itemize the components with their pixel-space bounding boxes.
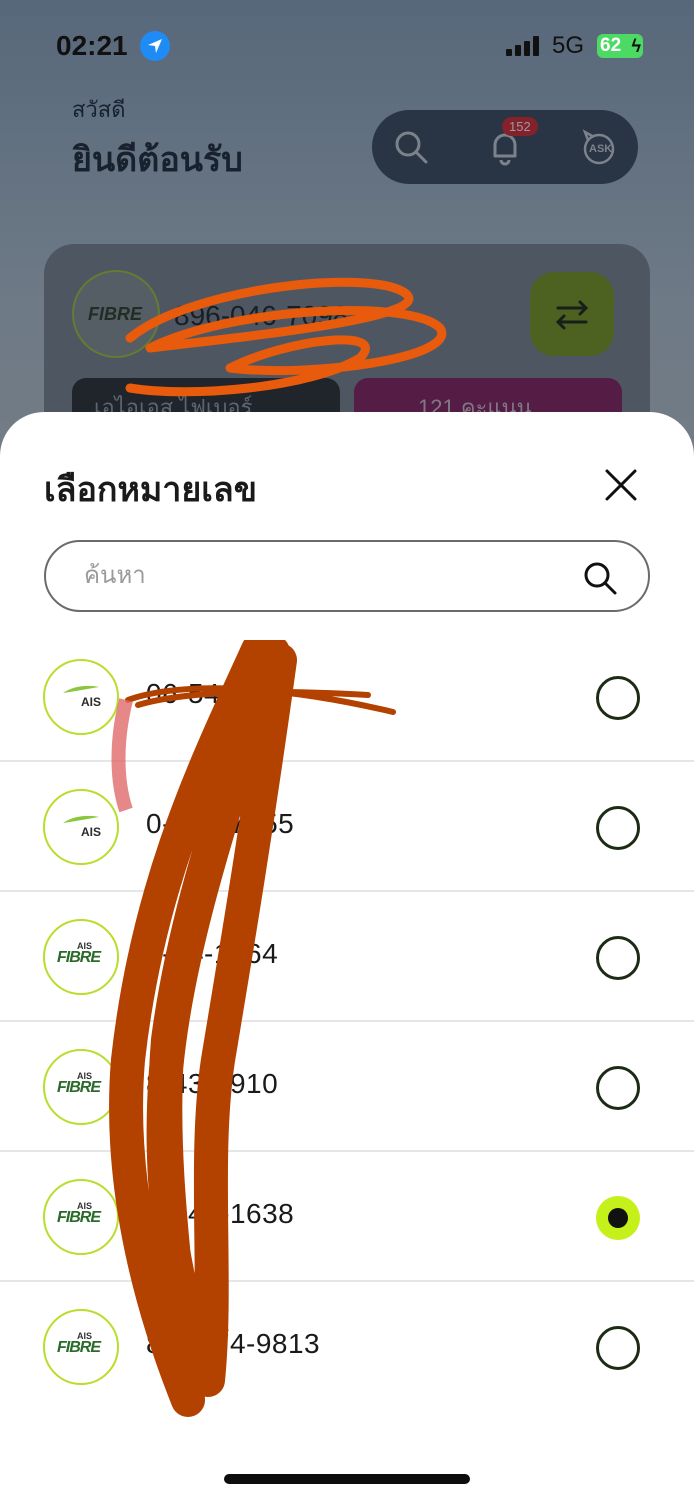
fibre-logo-label: FIBRE [57,1209,101,1226]
radio-button[interactable] [596,806,640,850]
battery-icon: 62 ϟ [597,34,643,58]
close-icon[interactable] [598,462,644,508]
network-type: 5G [552,32,585,59]
cell-signal-icon [506,36,542,56]
ais-logo-label: AIS [81,695,102,709]
home-indicator[interactable] [224,1474,470,1484]
radio-button[interactable] [596,676,640,720]
number-item[interactable]: AIS FIBRE 0-546-1638 [0,1152,694,1282]
fibre-logo: AIS FIBRE [43,1049,119,1125]
battery-level: 62 [600,35,622,56]
number-item[interactable]: AIS FIBRE 8-43-1910 [0,1022,694,1152]
ais-logo-label: AIS [81,825,102,839]
fibre-logo: AIS FIBRE [43,1309,119,1385]
radio-button-selected[interactable] [596,1196,640,1240]
phone-number: 8-43-1910 [146,1068,279,1099]
number-list: AIS 06-5498 AIS 0-716-7755 AIS FIBRE 8-5… [0,632,694,1412]
search-icon[interactable] [580,558,620,598]
search-field[interactable] [44,540,650,612]
search-input[interactable] [84,558,564,594]
fibre-logo: AIS FIBRE [43,1179,119,1255]
sheet-title: เลือกหมายเลข [44,471,257,509]
status-bar: 02:21 5G 62 ϟ [0,28,694,68]
fibre-logo-label: FIBRE [57,1339,101,1356]
location-arrow-icon [140,31,170,61]
fibre-logo: AIS FIBRE [43,919,119,995]
number-item[interactable]: AIS FIBRE 8-0-574-9813 [0,1282,694,1412]
ais-logo: AIS [43,659,119,735]
radio-button[interactable] [596,936,640,980]
number-item[interactable]: AIS 06-5498 [0,632,694,762]
status-time: 02:21 [56,30,128,61]
number-item[interactable]: AIS FIBRE 8-54-1964 [0,892,694,1022]
phone-number: 06-5498 [146,678,253,709]
radio-button[interactable] [596,1326,640,1370]
phone-number: 8-54-1964 [146,938,279,969]
fibre-logo-label: FIBRE [57,1079,101,1096]
phone-number: 0-546-1638 [146,1198,295,1229]
phone-number: 8-0-574-9813 [146,1328,321,1359]
fibre-logo-label: FIBRE [57,949,101,966]
radio-button[interactable] [596,1066,640,1110]
number-item[interactable]: AIS 0-716-7755 [0,762,694,892]
select-number-sheet: เลือกหมายเลข AIS 06-5498 AIS 0-716-7755 [0,412,694,1500]
ais-logo: AIS [43,789,119,865]
phone-number: 0-716-7755 [146,808,295,839]
